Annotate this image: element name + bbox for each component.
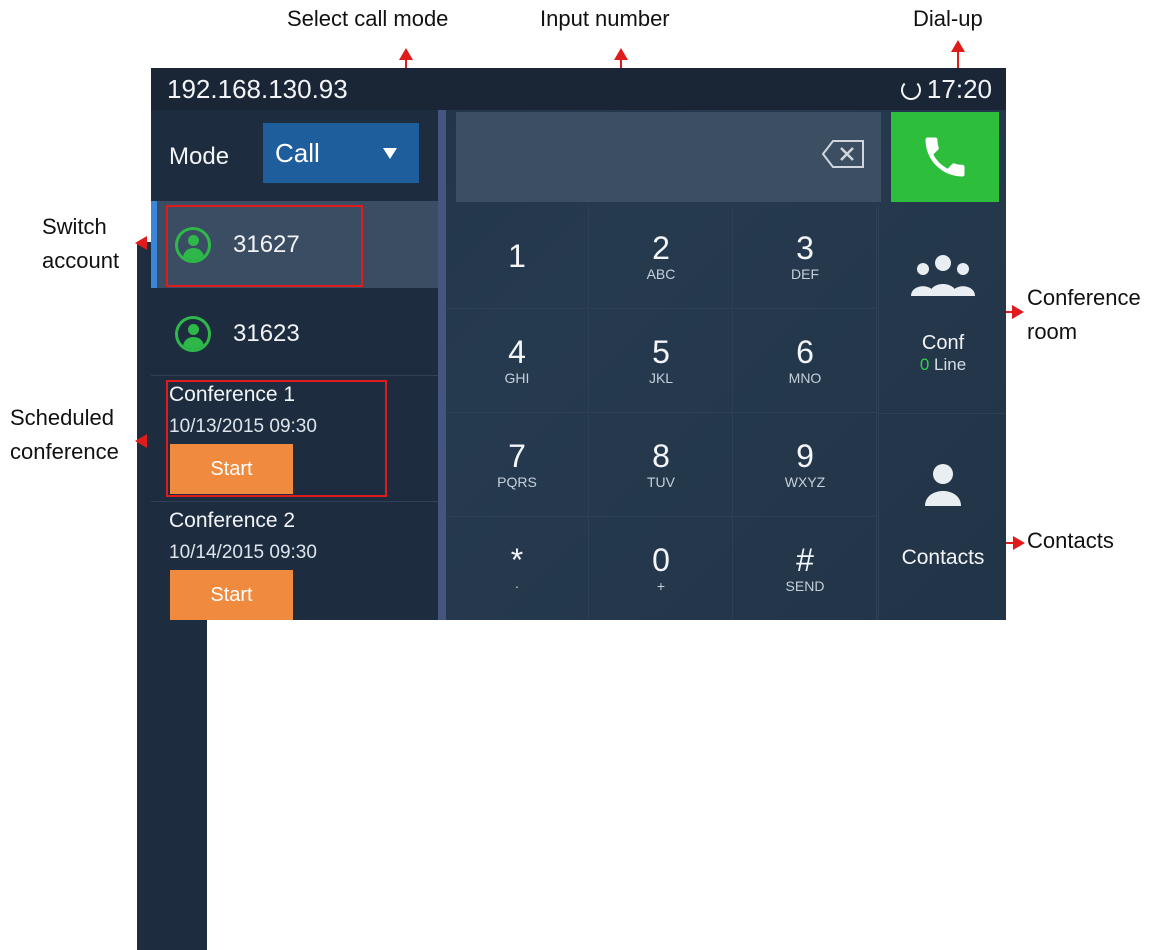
key-7[interactable]: 7 PQRS (446, 414, 589, 517)
mode-select[interactable]: Call (263, 123, 419, 183)
mode-label: Mode (169, 143, 230, 170)
dial-button[interactable] (891, 112, 999, 202)
annotation-dial-up: Dial-up (913, 6, 983, 31)
clock-time: 17:20 (926, 74, 992, 104)
highlight-switch-account (166, 205, 363, 287)
key-5[interactable]: 5 JKL (590, 310, 733, 413)
key-hash[interactable]: # SEND (734, 518, 877, 620)
status-bar: 192.168.130.93 17:20 (151, 68, 1006, 110)
key-0[interactable]: 0 + (590, 518, 733, 620)
left-panel: Mode Call 31627 31623 Conference 1 10/13… (151, 110, 438, 620)
right-column: Conf 0 Line Contacts (878, 206, 1006, 620)
conference-time: 10/14/2015 09:30 (169, 542, 317, 563)
sync-icon (900, 79, 921, 100)
key-2[interactable]: 2 ABC (590, 206, 733, 309)
annotation-scheduled-conference-line2: conference (10, 439, 119, 464)
annotation-switch-account: Switch account (42, 210, 119, 278)
key-8[interactable]: 8 TUV (590, 414, 733, 517)
dial-keypad: 1 2 ABC 3 DEF 4 GHI 5 JKL 6 MNO 7 PQRS 8 TUV 9W… (446, 206, 878, 620)
conference-line-status: 0 Line (920, 355, 966, 375)
annotation-scheduled-conference: Scheduled conference (10, 401, 119, 469)
panel-divider (438, 110, 446, 620)
ip-address: 192.168.130.93 (167, 74, 348, 104)
annotation-select-call-mode: Select call mode (287, 6, 449, 31)
scheduled-conference-item[interactable]: Conference 2 10/14/2015 09:30 Start (151, 501, 438, 620)
annotation-switch-account-line1: Switch (42, 214, 107, 239)
annotation-switch-account-line2: account (42, 248, 120, 273)
annotation-contacts: Contacts (1027, 528, 1114, 553)
active-indicator (151, 201, 157, 288)
account-item[interactable]: 31623 (151, 290, 438, 377)
annotation-conference-room-line2: room (1027, 319, 1078, 344)
phone-screen: 192.168.130.93 17:20 Mode Call 31627 316… (151, 68, 1006, 620)
conference-start-button[interactable]: Start (170, 570, 293, 620)
highlight-scheduled-conference (166, 380, 387, 497)
annotation-input-number: Input number (540, 6, 670, 31)
key-4[interactable]: 4 GHI (446, 310, 589, 413)
backspace-icon[interactable] (821, 139, 865, 169)
contacts-button[interactable]: Contacts (879, 414, 1006, 620)
key-star[interactable]: * · (446, 518, 589, 620)
annotation-scheduled-conference-line1: Scheduled (10, 405, 114, 430)
account-icon (175, 315, 211, 352)
conference-line-label: Line (934, 355, 967, 374)
key-1[interactable]: 1 (446, 206, 589, 309)
status-clock: 17:20 (900, 74, 992, 105)
mode-value: Call (275, 137, 320, 168)
key-3[interactable]: 3 DEF (734, 206, 877, 309)
conference-line-count: 0 (919, 355, 930, 374)
contacts-label: Contacts (901, 546, 985, 569)
conference-group-icon (911, 255, 975, 296)
annotation-conference-room: Conference room (1027, 281, 1141, 349)
conference-title: Conference 2 (169, 509, 296, 532)
phone-icon (925, 137, 965, 177)
mode-row: Mode Call (151, 110, 438, 201)
dropdown-arrow-icon (383, 147, 397, 159)
number-input[interactable] (456, 112, 881, 202)
key-6[interactable]: 6 MNO (734, 310, 877, 413)
account-number: 31623 (233, 319, 300, 347)
conference-room-button[interactable]: Conf 0 Line (879, 206, 1006, 414)
contact-person-icon (925, 464, 961, 506)
conference-room-label: Conf (921, 332, 965, 354)
key-9[interactable]: 9 WXYZ (734, 414, 877, 517)
annotation-conference-room-line1: Conference (1027, 285, 1141, 310)
